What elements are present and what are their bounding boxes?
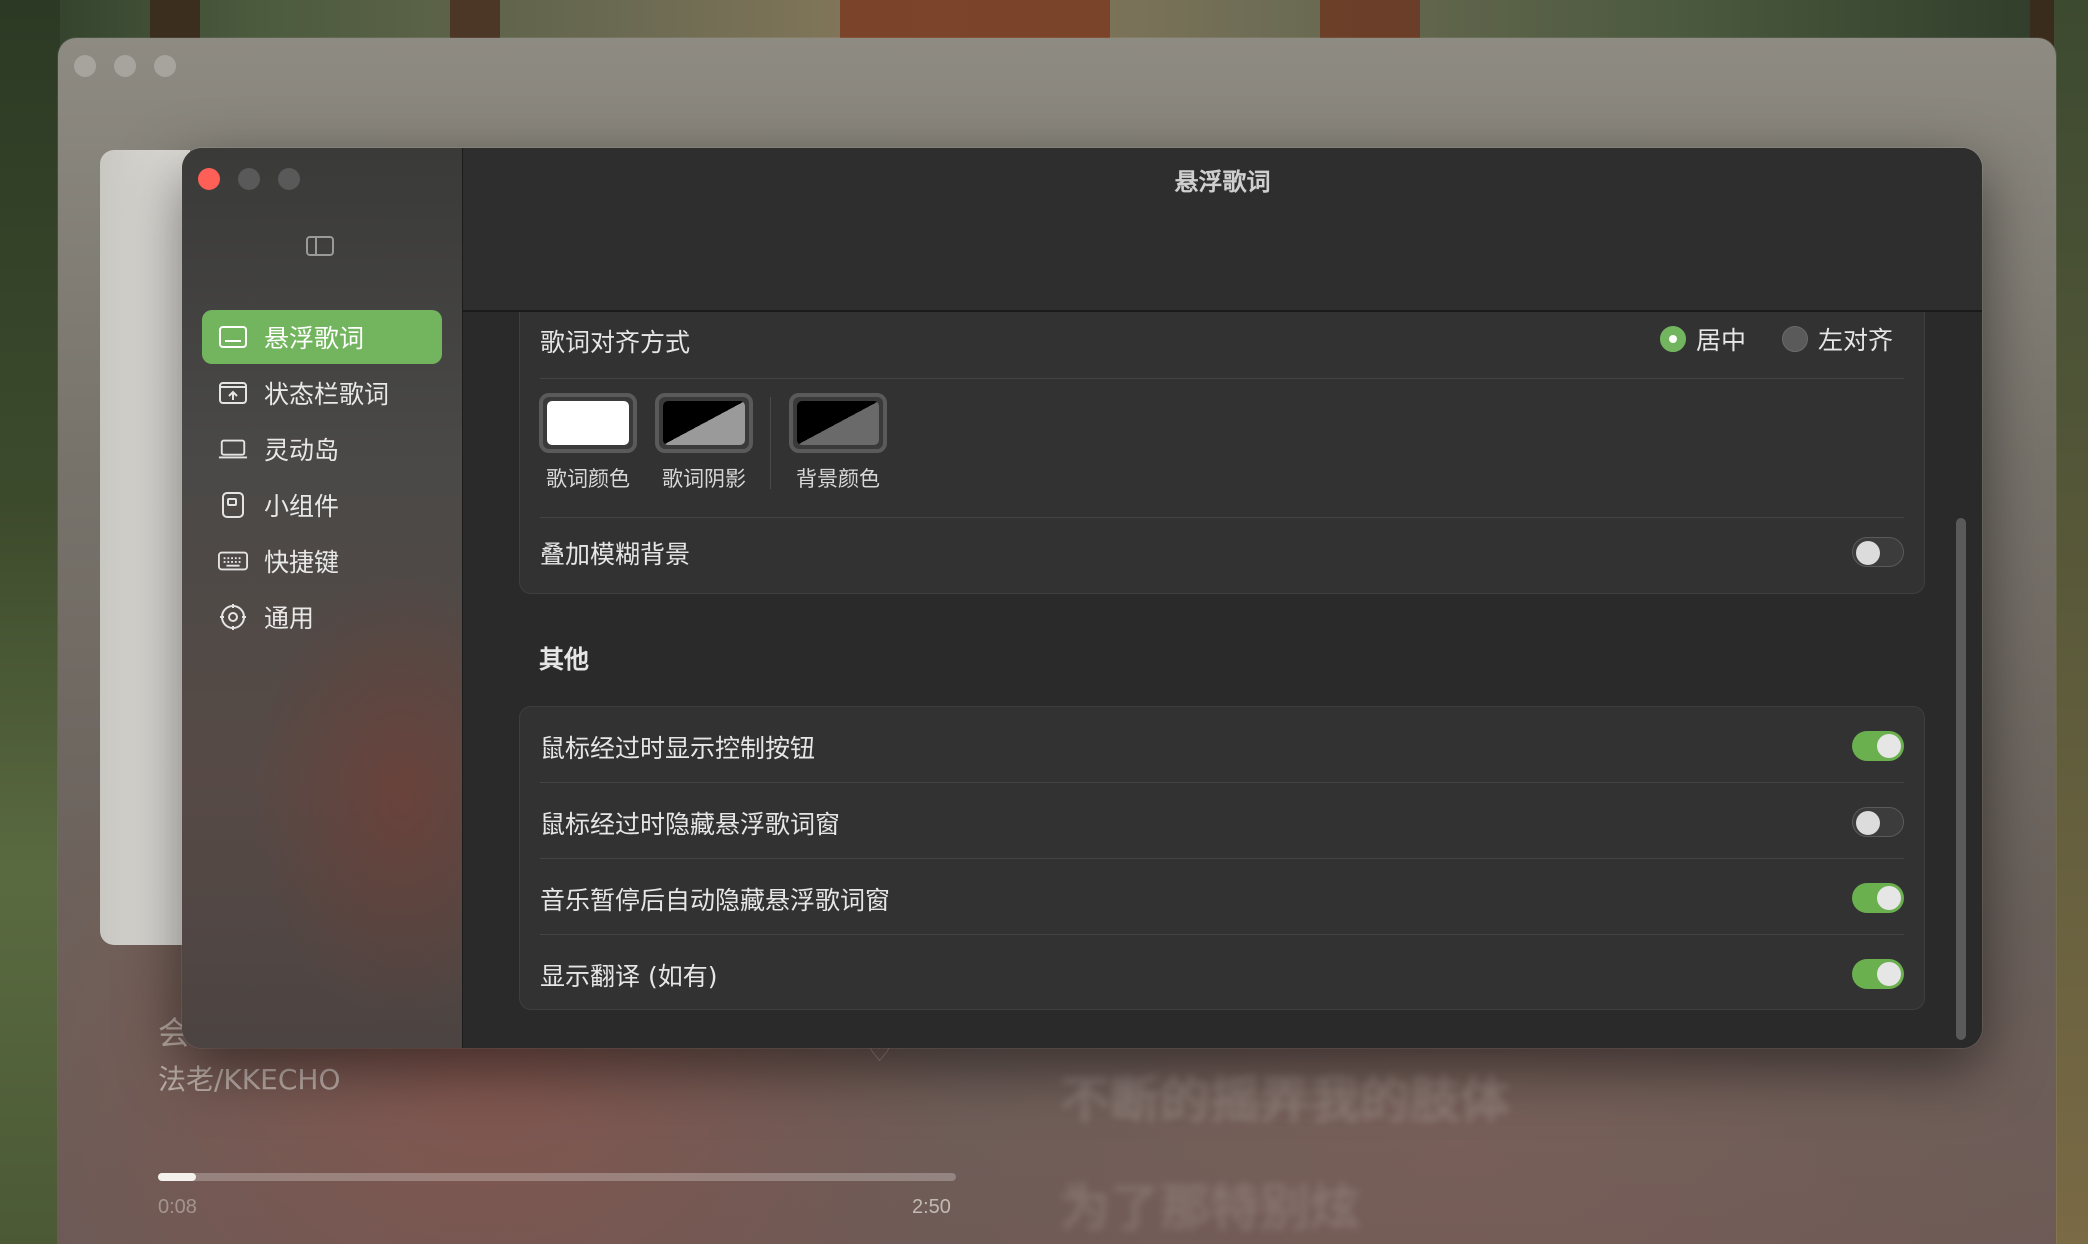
- hide-on-hover-toggle[interactable]: [1852, 807, 1904, 837]
- background-color-preview: [797, 401, 879, 445]
- time-total: 2:50: [912, 1196, 951, 1218]
- lyric-color-preview: [547, 401, 629, 445]
- hide-on-hover-label: 鼠标经过时隐藏悬浮歌词窗: [540, 810, 841, 839]
- time-elapsed: 0:08: [158, 1196, 197, 1218]
- divider: [540, 934, 1904, 935]
- window-title: 悬浮歌词: [1174, 168, 1271, 196]
- blur-background-label: 叠加模糊背景: [540, 540, 691, 569]
- sidebar-item-menubar-lyrics[interactable]: 状态栏歌词: [202, 366, 442, 420]
- swatch-label: 歌词阴影: [662, 467, 746, 491]
- album-art: [100, 150, 190, 945]
- sidebar-item-label: 通用: [264, 604, 315, 633]
- background-color-swatch[interactable]: 背景颜色: [788, 393, 888, 493]
- show-translation-label: 显示翻译 (如有): [540, 962, 718, 991]
- title-bar: 悬浮歌词: [463, 148, 1982, 312]
- divider: [540, 782, 1904, 783]
- lyric-shadow-swatch[interactable]: 歌词阴影: [654, 393, 754, 493]
- forest-background-left: [0, 0, 60, 1244]
- sidebar-item-label: 灵动岛: [264, 436, 340, 465]
- settings-main-pane: 悬浮歌词 歌词对齐方式 居中 左对齐 歌词颜色 歌词阴影 背景颜色 叠加模糊背景…: [463, 148, 1982, 1048]
- playback-progress-bar[interactable]: [158, 1173, 956, 1181]
- scrollbar[interactable]: [1954, 312, 1968, 1048]
- other-section-title: 其他: [539, 645, 590, 674]
- minimize-button[interactable]: [238, 168, 260, 190]
- gear-icon: [218, 602, 248, 632]
- sidebar-item-label: 快捷键: [264, 548, 340, 577]
- swatch-label: 背景颜色: [796, 467, 880, 491]
- sidebar-toggle-icon[interactable]: [306, 236, 334, 256]
- sidebar-item-shortcuts[interactable]: 快捷键: [202, 534, 442, 588]
- swatch-label: 歌词颜色: [546, 467, 630, 491]
- other-settings-card: 鼠标经过时显示控制按钮 鼠标经过时隐藏悬浮歌词窗 音乐暂停后自动隐藏悬浮歌词窗 …: [519, 706, 1925, 1010]
- sidebar-item-floating-lyrics[interactable]: 悬浮歌词: [202, 310, 442, 364]
- settings-window: 悬浮歌词 状态栏歌词 灵动岛 小组件 快捷键 通用 悬浮歌词 歌词对齐方式 居中…: [182, 148, 1982, 1048]
- menubar-lyrics-icon: [218, 378, 248, 408]
- widget-icon: [218, 490, 248, 520]
- maximize-button[interactable]: [278, 168, 300, 190]
- sidebar-item-label: 小组件: [264, 492, 340, 521]
- radio-label: 居中: [1696, 326, 1747, 355]
- auto-hide-on-pause-toggle[interactable]: [1852, 883, 1904, 913]
- song-artist[interactable]: 法老/KKECHO: [158, 1058, 341, 1098]
- player-minimize-button[interactable]: [114, 55, 136, 77]
- sidebar-item-widget[interactable]: 小组件: [202, 478, 442, 532]
- appearance-card: 歌词对齐方式 居中 左对齐 歌词颜色 歌词阴影 背景颜色 叠加模糊背景: [519, 312, 1925, 594]
- divider: [540, 858, 1904, 859]
- lyric-shadow-preview: [663, 401, 745, 445]
- playback-progress-fill: [158, 1173, 196, 1181]
- align-center-radio[interactable]: 居中: [1660, 321, 1746, 357]
- sidebar: 悬浮歌词 状态栏歌词 灵动岛 小组件 快捷键 通用: [182, 148, 463, 1048]
- blur-background-toggle[interactable]: [1852, 537, 1904, 567]
- divider: [540, 517, 1904, 518]
- lyric-line: 为了那特别炫: [1060, 1179, 1360, 1237]
- dynamic-island-icon: [218, 434, 248, 464]
- show-controls-label: 鼠标经过时显示控制按钮: [540, 734, 816, 763]
- player-maximize-button[interactable]: [154, 55, 176, 77]
- sidebar-item-dynamic-island[interactable]: 灵动岛: [202, 422, 442, 476]
- sidebar-item-label: 悬浮歌词: [264, 324, 365, 353]
- sidebar-item-label: 状态栏歌词: [264, 380, 390, 409]
- radio-selected-indicator: [1660, 326, 1686, 352]
- sidebar-item-general[interactable]: 通用: [202, 590, 442, 644]
- radio-label: 左对齐: [1818, 326, 1894, 355]
- close-button[interactable]: [198, 168, 220, 190]
- keyboard-icon: [218, 546, 248, 576]
- scrollbar-thumb[interactable]: [1956, 518, 1966, 1040]
- forest-background-right: [2054, 0, 2088, 1244]
- lyric-line: 不断的摇弄我的肢体: [1060, 1071, 1510, 1129]
- player-close-button[interactable]: [74, 55, 96, 77]
- swatch-separator: [770, 397, 771, 489]
- divider: [540, 378, 1904, 379]
- align-left-radio[interactable]: 左对齐: [1782, 321, 1893, 357]
- auto-hide-on-pause-label: 音乐暂停后自动隐藏悬浮歌词窗: [540, 886, 891, 915]
- radio-unselected-indicator: [1782, 326, 1808, 352]
- show-translation-toggle[interactable]: [1852, 959, 1904, 989]
- show-controls-toggle[interactable]: [1852, 731, 1904, 761]
- alignment-label: 歌词对齐方式: [540, 328, 691, 357]
- settings-scroll-area[interactable]: 歌词对齐方式 居中 左对齐 歌词颜色 歌词阴影 背景颜色 叠加模糊背景 其他 鼠…: [463, 312, 1982, 1048]
- floating-lyrics-icon: [218, 322, 248, 352]
- lyric-color-swatch[interactable]: 歌词颜色: [538, 393, 638, 493]
